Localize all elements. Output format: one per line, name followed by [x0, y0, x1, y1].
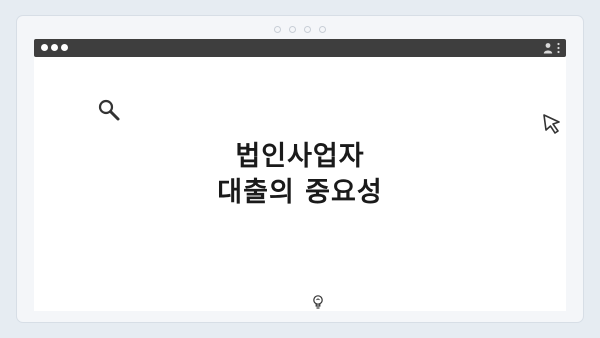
tab-dot[interactable]: [304, 26, 311, 33]
slide-content: 법인사업자 대출의 중요성: [34, 57, 566, 311]
titlebar-actions: [543, 42, 560, 54]
slide-title: 법인사업자 대출의 중요성: [34, 139, 566, 211]
window-titlebar: [34, 39, 566, 57]
tab-indicator: [17, 26, 583, 33]
user-icon[interactable]: [543, 42, 553, 54]
window-dot-close[interactable]: [41, 44, 48, 51]
title-line-2: 대출의 중요성: [217, 177, 383, 208]
title-line-1: 법인사업자: [235, 141, 365, 172]
window-dot-maximize[interactable]: [61, 44, 68, 51]
browser-frame: 법인사업자 대출의 중요성: [17, 16, 583, 322]
window-dot-minimize[interactable]: [51, 44, 58, 51]
search-icon: [98, 99, 120, 121]
tab-dot[interactable]: [274, 26, 281, 33]
kebab-menu-icon[interactable]: [557, 42, 560, 54]
tab-dot[interactable]: [289, 26, 296, 33]
window-controls: [41, 44, 68, 51]
cursor-icon: [543, 114, 560, 134]
lightbulb-icon: [313, 295, 323, 309]
tab-dot[interactable]: [319, 26, 326, 33]
